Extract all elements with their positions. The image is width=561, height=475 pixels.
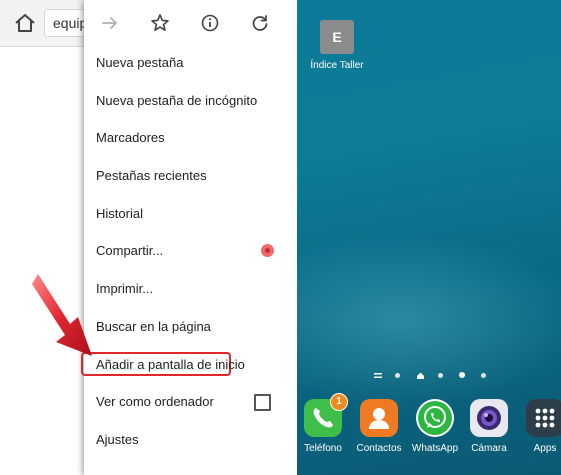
menu-item-label: Pestañas recientes xyxy=(96,168,207,184)
forward-arrow-icon[interactable] xyxy=(100,13,120,33)
menu-item-new-tab[interactable]: Nueva pestaña xyxy=(84,44,290,82)
whatsapp-icon xyxy=(416,399,454,437)
info-icon[interactable] xyxy=(200,13,220,33)
menu-item-label: Marcadores xyxy=(96,130,165,146)
menu-item-label: Ajustes xyxy=(96,431,139,447)
page-dot xyxy=(481,373,486,378)
shortcut-icon: E xyxy=(320,20,354,54)
dock-app-camera[interactable]: Cámara xyxy=(461,399,517,454)
menu-item-label: Nueva pestaña de incógnito xyxy=(96,92,258,108)
menu-item-find-in-page[interactable]: Buscar en la página xyxy=(84,308,290,346)
dock-app-whatsapp[interactable]: WhatsApp xyxy=(407,399,463,454)
camera-icon xyxy=(470,399,508,437)
home-page-icon xyxy=(417,372,424,379)
menu-item-recent-tabs[interactable]: Pestañas recientes xyxy=(84,157,290,195)
dock-app-label: WhatsApp xyxy=(411,443,459,454)
share-app-icon xyxy=(261,244,274,258)
dock-app-label: Contactos xyxy=(356,443,402,454)
menu-toolbar xyxy=(84,0,290,46)
page-dot xyxy=(395,373,400,378)
page-dot-active xyxy=(459,372,465,378)
menu-item-history[interactable]: Historial xyxy=(84,195,290,233)
menu-item-share[interactable]: Compartir... xyxy=(84,232,290,270)
dock-app-contacts[interactable]: Contactos xyxy=(351,399,407,454)
dock-app-label: Teléfono xyxy=(304,443,342,454)
page-dot xyxy=(438,373,443,378)
desktop-view-checkbox[interactable] xyxy=(254,394,271,412)
menu-item-label: Nueva pestaña xyxy=(96,55,184,70)
menu-item-label: Compartir... xyxy=(96,243,164,259)
dock-app-label: Cámara xyxy=(471,443,507,454)
dock-app-phone[interactable]: 1 Teléfono xyxy=(297,393,351,454)
dock-app-apps[interactable]: Apps xyxy=(517,399,561,454)
menu-item-add-to-home-screen[interactable]: Añadir a pantalla de inicio xyxy=(81,346,290,384)
menu-item-label: Ver como ordenador xyxy=(96,394,214,410)
phone-homescreen: E Índice Taller 1 Teléfono Contactos Wha… xyxy=(297,0,561,475)
menu-item-print[interactable]: Imprimir... xyxy=(84,270,290,308)
app-dock: 1 Teléfono Contactos WhatsApp Cámara App… xyxy=(297,393,561,475)
star-icon[interactable] xyxy=(150,13,170,33)
menu-item-label: Historial xyxy=(96,205,143,221)
screenshot-root: equip Nueva pestaña Nueva pestaña de inc… xyxy=(0,0,561,475)
pointer-arrow-icon xyxy=(32,274,92,356)
home-icon[interactable] xyxy=(14,13,36,33)
menu-item-label: Buscar en la página xyxy=(96,318,211,334)
menu-lines-icon xyxy=(374,373,382,378)
home-shortcut[interactable]: E Índice Taller xyxy=(305,20,369,71)
phone-icon: 1 xyxy=(304,393,348,437)
overflow-menu: Nueva pestaña Nueva pestaña de incógnito… xyxy=(81,0,290,475)
shortcut-label: Índice Taller xyxy=(310,60,364,71)
apps-grid-icon xyxy=(526,399,561,437)
menu-item-bookmarks[interactable]: Marcadores xyxy=(84,119,290,157)
menu-item-list: Nueva pestaña Nueva pestaña de incógnito… xyxy=(81,44,290,459)
menu-item-label: Añadir a pantalla de inicio xyxy=(96,356,245,372)
reload-icon[interactable] xyxy=(250,13,270,33)
menu-item-label: Imprimir... xyxy=(96,281,154,297)
dock-app-label: Apps xyxy=(533,443,557,454)
browser-panel: equip Nueva pestaña Nueva pestaña de inc… xyxy=(0,0,290,475)
menu-item-settings[interactable]: Ajustes xyxy=(84,421,290,459)
menu-item-incognito-tab[interactable]: Nueva pestaña de incógnito xyxy=(84,82,290,120)
contacts-icon xyxy=(360,399,398,437)
menu-item-desktop-view[interactable]: Ver como ordenador xyxy=(84,383,290,421)
page-indicator xyxy=(373,371,503,381)
notification-badge: 1 xyxy=(330,393,348,411)
